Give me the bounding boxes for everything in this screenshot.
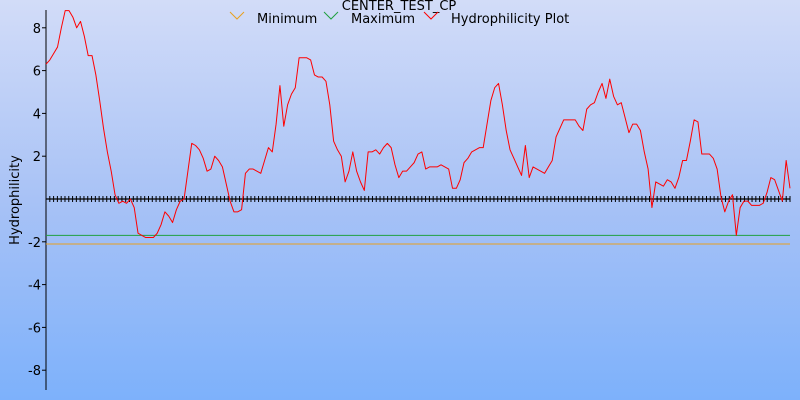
y-tick-label: 8 <box>33 22 41 37</box>
y-tick-label: 6 <box>33 65 41 80</box>
legend-maximum-icon <box>323 11 339 20</box>
y-tick-label: -6 <box>28 321 41 336</box>
y-tick-label: 2 <box>33 150 41 165</box>
series-hydrophilicity-plot-line <box>45 10 791 239</box>
y-tick-label: -8 <box>28 364 41 379</box>
y-ticks: 8 6 4 2 -2 -4 -6 -8 <box>28 22 46 379</box>
legend: Minimum Maximum Hydrophilicity Plot <box>229 11 569 27</box>
y-axis-label: Hydrophilicity <box>8 155 23 245</box>
legend-item-hydrophilicity-plot: Hydrophilicity Plot <box>423 11 569 27</box>
legend-label-hydrophilicity-plot: Hydrophilicity Plot <box>451 12 569 27</box>
zero-line <box>45 196 791 202</box>
y-tick-label: 4 <box>33 107 41 122</box>
hydrophilicity-chart: CENTER_TEST_CP Minimum Maximum Hydrophil… <box>8 0 791 390</box>
legend-minimum-icon <box>229 11 245 20</box>
legend-item-maximum: Maximum <box>323 11 415 27</box>
legend-label-minimum: Minimum <box>257 12 317 27</box>
y-tick-label: -2 <box>28 236 41 251</box>
legend-item-minimum: Minimum <box>229 11 317 27</box>
series-layer <box>45 10 791 245</box>
y-tick-label: -4 <box>28 279 41 294</box>
legend-label-maximum: Maximum <box>351 12 415 27</box>
